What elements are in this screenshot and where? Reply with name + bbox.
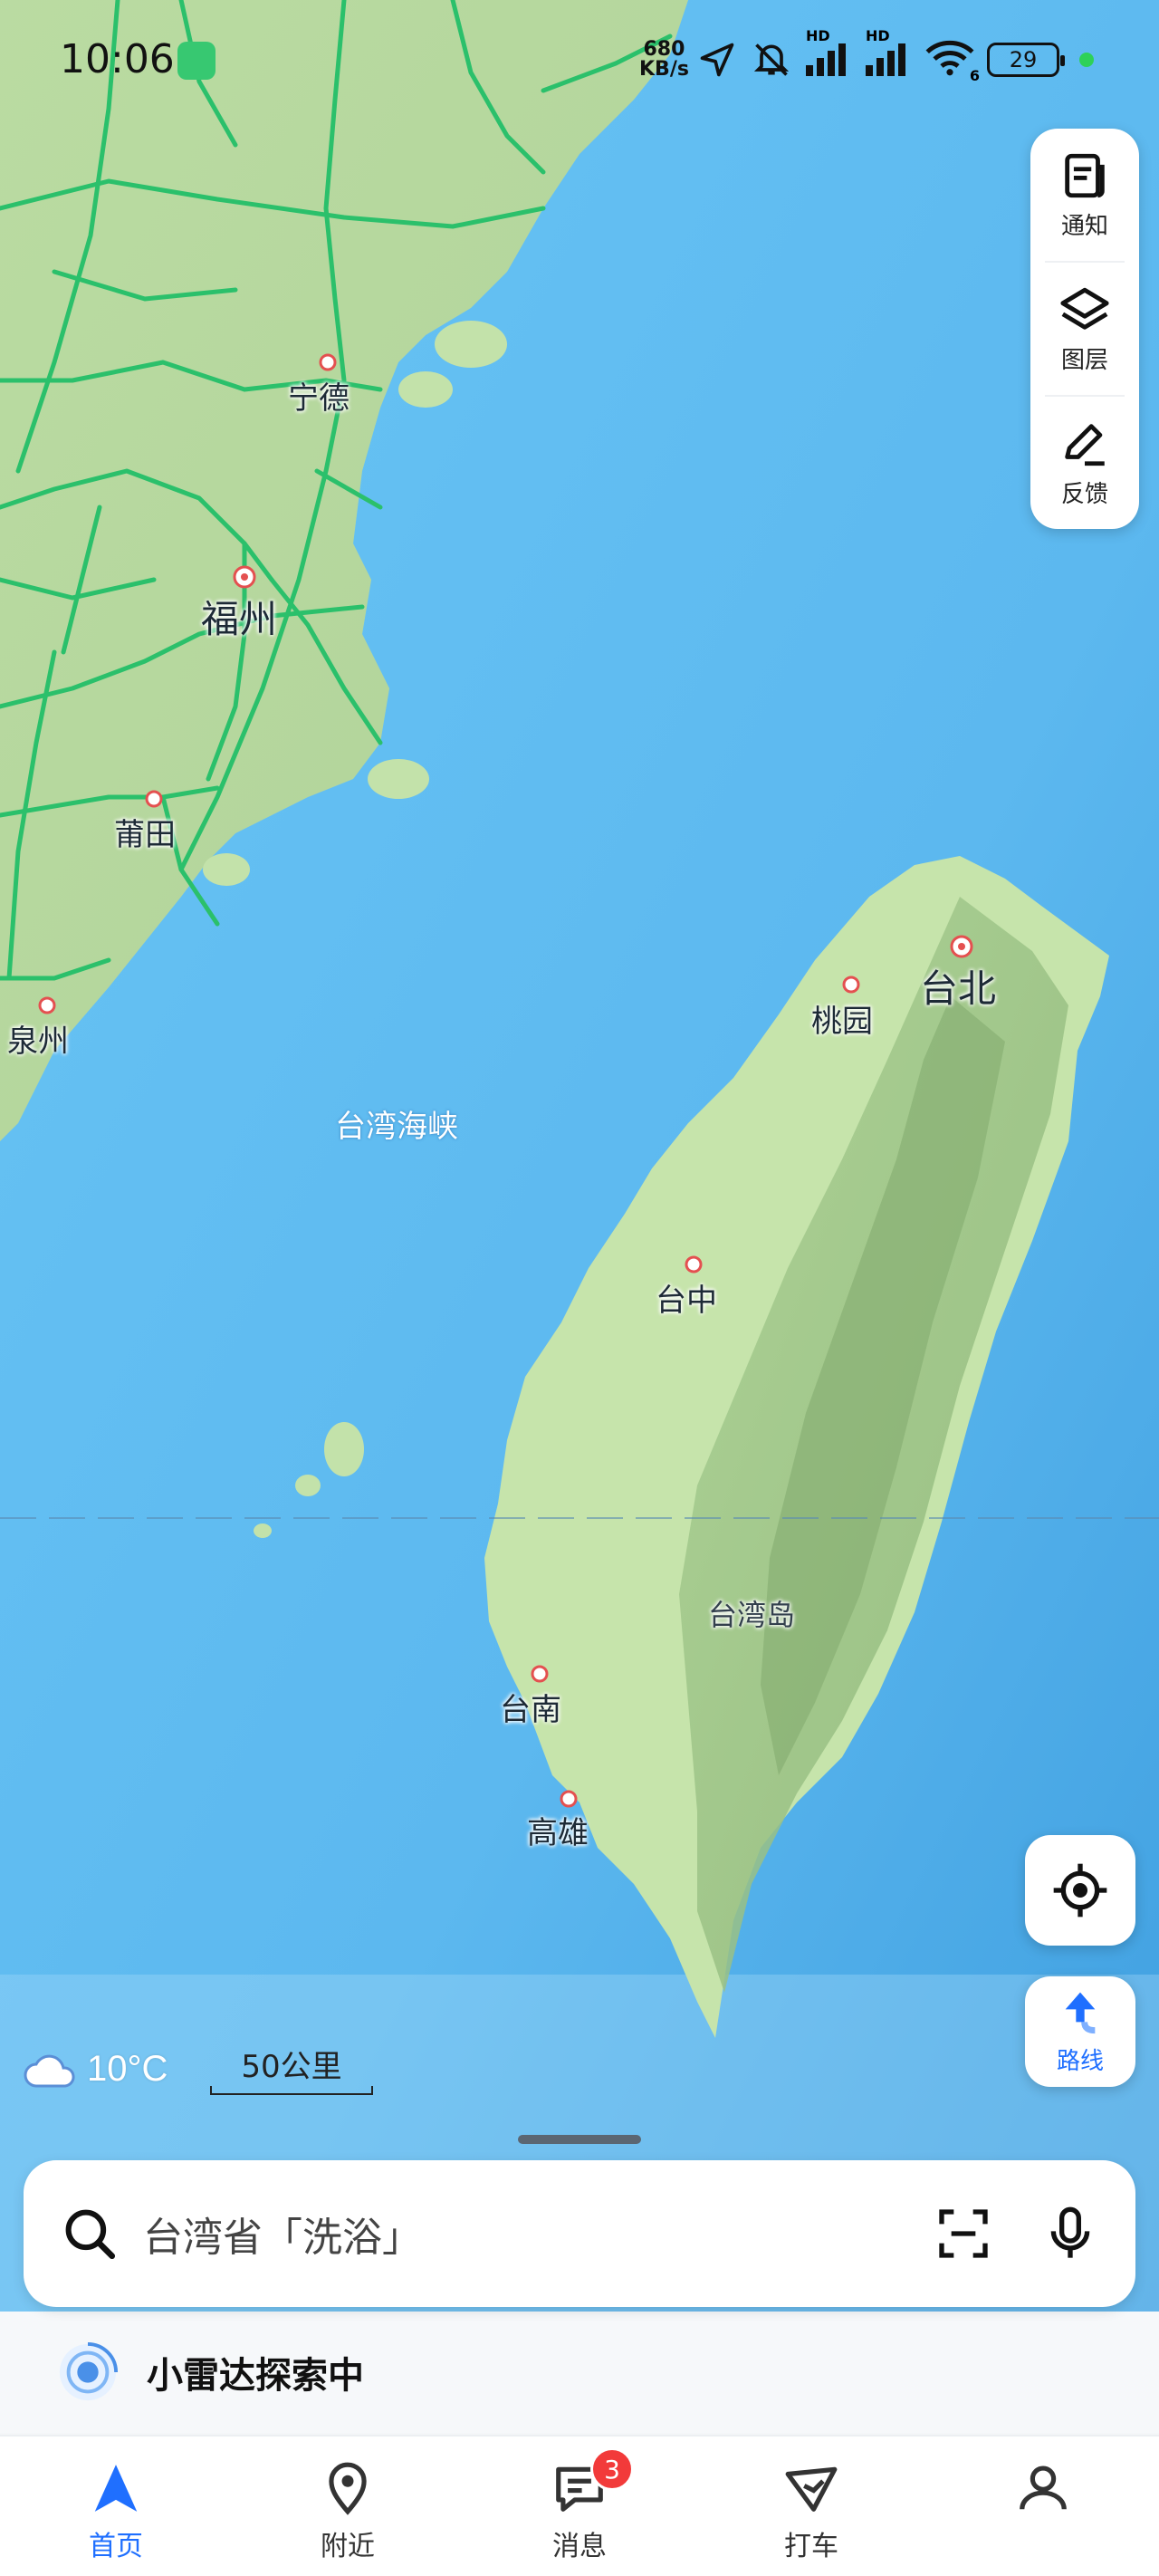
net-speed: 680 KB/s bbox=[639, 40, 689, 80]
signal-1-icon: HD bbox=[806, 27, 853, 80]
bottom-nav: 首页 附近 3 消息 打车 bbox=[0, 2435, 1159, 2576]
route-arrow-icon bbox=[1065, 1992, 1096, 2033]
nav-profile[interactable] bbox=[927, 2437, 1159, 2576]
map-tool-panel: 通知 图层 反馈 bbox=[1030, 129, 1139, 529]
notify-label: 通知 bbox=[1060, 212, 1108, 240]
city-label-tainan[interactable]: 台南 bbox=[500, 1685, 561, 1729]
city-label-taoyuan[interactable]: 桃园 bbox=[811, 996, 873, 1041]
nav-nearby-label: 附近 bbox=[321, 2531, 375, 2562]
edit-pencil-icon bbox=[1065, 423, 1105, 466]
map-scale: 50公里 bbox=[210, 2042, 373, 2095]
microphone-icon[interactable] bbox=[1041, 2205, 1099, 2263]
privacy-dot bbox=[1079, 53, 1094, 67]
hd-label-1: HD bbox=[806, 27, 830, 44]
city-label-taipei[interactable]: 台北 bbox=[920, 958, 996, 1014]
hd-label-2: HD bbox=[866, 27, 890, 44]
city-label-quanzhou[interactable]: 泉州 bbox=[7, 1016, 69, 1061]
feedback-button[interactable]: 反馈 bbox=[1045, 395, 1125, 529]
sea-label-taiwan-strait: 台湾海峡 bbox=[335, 1109, 458, 1145]
net-speed-value: 680 bbox=[643, 38, 685, 61]
status-icons: HD HD 6 29 bbox=[697, 27, 1094, 85]
muted-bell-icon bbox=[753, 43, 790, 76]
city-label-ningde[interactable]: 宁德 bbox=[288, 373, 350, 418]
nav-nearby[interactable]: 附近 bbox=[232, 2437, 464, 2576]
radar-label: 小雷达探索中 bbox=[147, 2355, 364, 2397]
taxi-icon bbox=[785, 2466, 838, 2512]
map-canvas[interactable]: 宁德 福州 莆田 泉州 台北 桃园 台中 台南 高雄 台湾海峡 台湾岛 bbox=[0, 0, 1159, 2319]
layers-icon bbox=[1060, 287, 1109, 330]
city-label-kaohsiung[interactable]: 高雄 bbox=[527, 1808, 589, 1852]
nav-taxi-label: 打车 bbox=[784, 2531, 838, 2562]
radar-status-row[interactable]: 小雷达探索中 bbox=[0, 2312, 1159, 2433]
battery-indicator: 29 bbox=[987, 43, 1065, 77]
search-icon bbox=[65, 2209, 116, 2260]
nav-taxi[interactable]: 打车 bbox=[695, 2437, 927, 2576]
wifi-icon: 6 bbox=[925, 39, 980, 84]
app-notification-icon bbox=[177, 42, 216, 80]
city-label-taichung[interactable]: 台中 bbox=[656, 1275, 717, 1320]
location-pin-icon bbox=[329, 2462, 367, 2515]
scale-bar bbox=[210, 2086, 373, 2095]
search-bar[interactable]: 台湾省「洗浴」 bbox=[24, 2160, 1135, 2307]
status-time: 10:06 bbox=[60, 36, 175, 82]
feedback-label: 反馈 bbox=[1060, 480, 1108, 508]
nav-messages[interactable]: 3 消息 bbox=[464, 2437, 695, 2576]
scan-icon[interactable] bbox=[934, 2205, 992, 2263]
city-label-putian[interactable]: 莆田 bbox=[114, 810, 176, 854]
layers-button[interactable]: 图层 bbox=[1045, 261, 1125, 395]
wifi-level: 6 bbox=[969, 67, 980, 84]
radar-icon bbox=[59, 2341, 119, 2401]
weather-temperature: 10°C bbox=[87, 2049, 168, 2089]
home-arrow-icon bbox=[94, 2465, 138, 2512]
nav-home[interactable]: 首页 bbox=[0, 2437, 232, 2576]
nav-home-label: 首页 bbox=[89, 2531, 143, 2562]
map-svg bbox=[0, 0, 1159, 2319]
user-icon bbox=[1020, 2465, 1067, 2510]
signal-2-icon: HD bbox=[866, 27, 913, 80]
drawer-handle[interactable] bbox=[518, 2135, 641, 2144]
locate-button[interactable] bbox=[1025, 1835, 1135, 1946]
notify-button[interactable]: 通知 bbox=[1030, 129, 1139, 261]
messages-badge: 3 bbox=[590, 2447, 634, 2491]
status-bar: 10:06 680 KB/s HD HD 6 29 bbox=[0, 0, 1159, 118]
layers-label: 图层 bbox=[1060, 346, 1108, 374]
island-label-taiwan: 台湾岛 bbox=[708, 1598, 796, 1632]
document-icon bbox=[1065, 153, 1105, 197]
route-label: 路线 bbox=[1056, 2047, 1104, 2075]
search-input[interactable]: 台湾省「洗浴」 bbox=[143, 2205, 934, 2263]
city-label-fuzhou[interactable]: 福州 bbox=[201, 589, 277, 644]
location-arrow-icon bbox=[700, 43, 734, 77]
scale-label: 50公里 bbox=[241, 2049, 342, 2085]
cloud-icon bbox=[24, 2054, 75, 2087]
weather-widget[interactable]: 10°C bbox=[24, 2049, 168, 2090]
route-button[interactable]: 路线 bbox=[1025, 1976, 1135, 2087]
net-speed-unit: KB/s bbox=[639, 58, 689, 81]
nav-messages-label: 消息 bbox=[552, 2531, 607, 2562]
crosshair-icon bbox=[1053, 1863, 1107, 1918]
